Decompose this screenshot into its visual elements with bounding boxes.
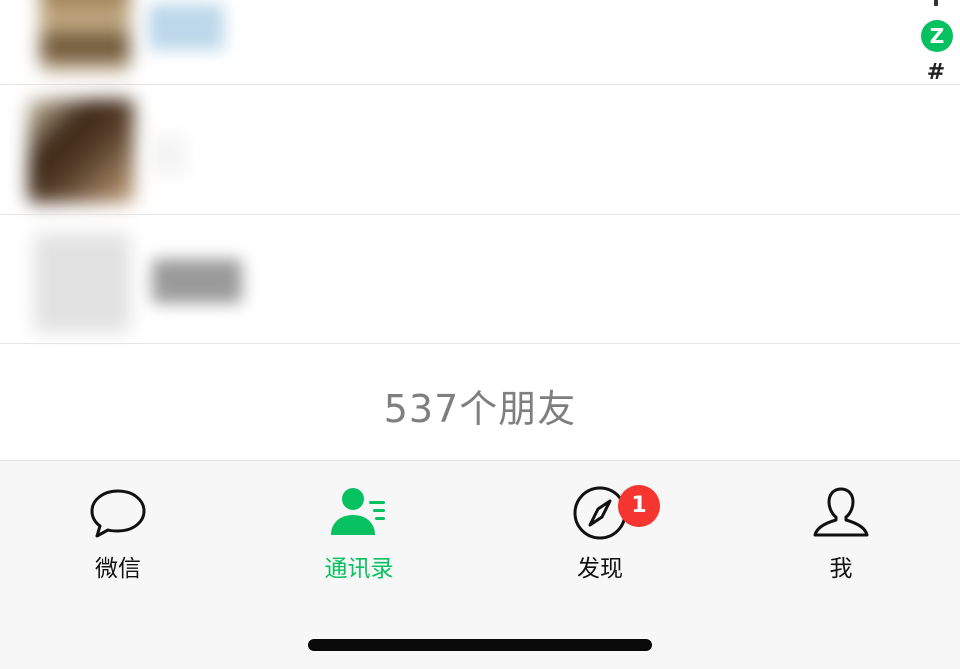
contact-avatar-1 (40, 0, 130, 72)
friend-count: 537个朋友 (383, 387, 577, 431)
home-indicator[interactable] (308, 639, 652, 651)
tab-chats[interactable]: 微信 (48, 485, 188, 585)
tab-discover[interactable]: 发现 1 (530, 485, 670, 585)
contact-avatar-2 (28, 99, 134, 203)
tab-label-chats: 微信 (95, 556, 141, 582)
notification-badge: 1 (618, 485, 660, 527)
tab-label-discover: 发现 (577, 556, 623, 582)
tab-label-me: 我 (829, 556, 853, 582)
contact-name-1 (148, 4, 224, 50)
tab-label-contacts: 通讯录 (324, 556, 394, 582)
tab-contacts[interactable]: 通讯录 (289, 485, 429, 585)
index-letter-hash[interactable]: # (912, 60, 960, 85)
contact-list: Z # 537个朋友 (0, 0, 960, 460)
tab-me[interactable]: 我 (771, 485, 911, 585)
contact-name-2 (150, 135, 186, 175)
contacts-icon (331, 488, 385, 535)
contact-avatar-3 (34, 233, 130, 333)
bottom-tab-bar: 微信 通讯录 发现 1 我 (0, 460, 960, 669)
index-letter-current[interactable]: Z (921, 20, 953, 52)
contact-row-3[interactable] (0, 215, 960, 345)
contact-row-2[interactable] (0, 85, 960, 215)
index-letter-partial (934, 0, 938, 6)
chat-bubble-icon (90, 489, 146, 538)
alphabet-index-bar[interactable]: Z # (912, 0, 960, 90)
person-icon (813, 487, 869, 537)
contact-row-1[interactable] (0, 0, 960, 85)
contact-name-3 (152, 259, 242, 303)
row-divider (0, 343, 960, 344)
